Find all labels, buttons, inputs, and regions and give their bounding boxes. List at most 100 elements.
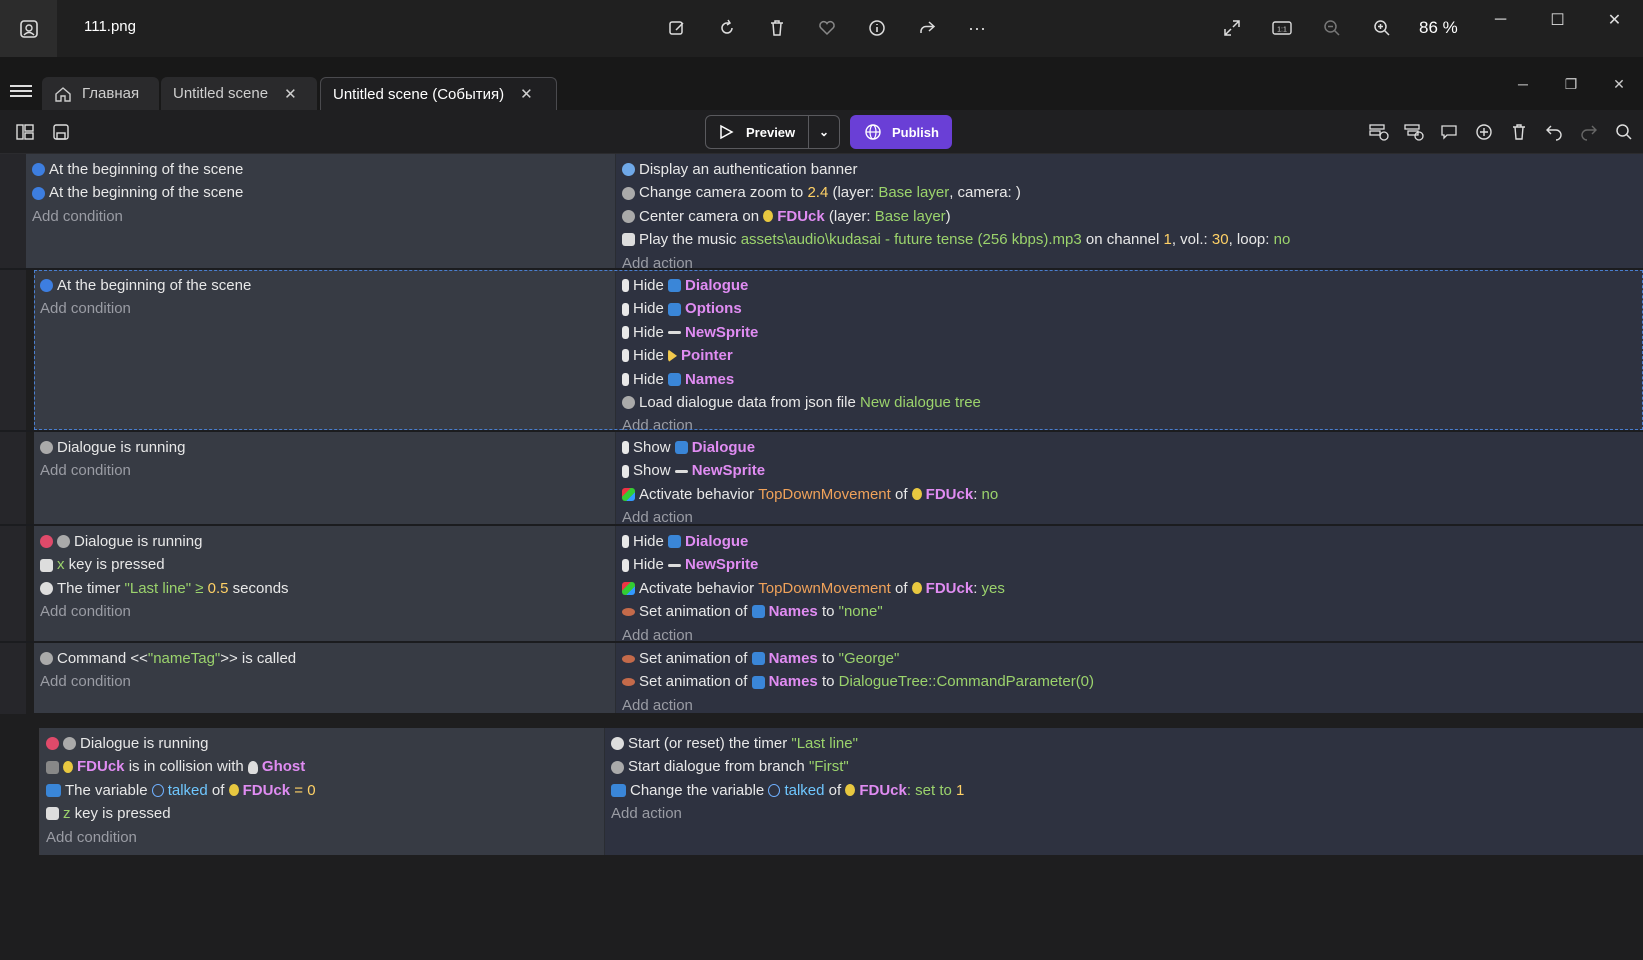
chevron-down-icon[interactable]: ⌄ [809, 125, 839, 139]
action-line[interactable]: Set animation of Names to DialogueTree::… [622, 670, 1637, 693]
add-condition-link[interactable]: Add condition [46, 826, 598, 849]
action-line[interactable]: Show NewSprite [622, 459, 1637, 482]
action-text[interactable]: Display an authentication banner [639, 158, 857, 181]
names-sprite-icon [668, 372, 682, 386]
add-event-icon[interactable] [1368, 121, 1390, 143]
actual-size-icon[interactable]: 1:1 [1265, 11, 1299, 45]
action-line[interactable]: Change the variable talked of FDUck: set… [611, 779, 1637, 802]
action-line[interactable]: Hide Dialogue [622, 274, 1637, 297]
condition-line[interactable]: Dialogue is running [46, 732, 598, 755]
close-icon[interactable]: ✕ [520, 85, 533, 103]
panels-icon[interactable] [14, 121, 36, 143]
fullscreen-icon[interactable] [1215, 11, 1249, 45]
pointer-icon [668, 349, 678, 363]
add-condition-link[interactable]: Add condition [40, 297, 609, 320]
object-name: FDUck [242, 781, 291, 799]
delete-icon[interactable] [760, 11, 794, 45]
add-more-icon[interactable] [1473, 121, 1495, 143]
event-row[interactable]: Dialogue is running FDUck is in collisio… [40, 728, 1643, 855]
event-row[interactable]: At the beginning of the scene At the beg… [26, 154, 1643, 272]
preview-button[interactable]: Preview ⌄ [705, 115, 840, 149]
close-icon[interactable]: ✕ [1595, 73, 1643, 95]
condition-line[interactable]: The timer "Last line" ≥ 0.5 seconds [40, 577, 609, 600]
visibility-icon [622, 372, 629, 386]
camera-icon [622, 186, 635, 200]
object-name: FDUck [777, 207, 825, 225]
event-row[interactable]: Command << "nameTag" >> is called Add cond… [34, 643, 1643, 714]
event-row[interactable]: Dialogue is running Add condition Show D… [34, 432, 1643, 526]
condition-text[interactable]: At the beginning of the scene [49, 158, 243, 181]
action-line[interactable]: Set animation of Names to "George" [622, 647, 1637, 670]
close-icon[interactable]: ✕ [1586, 0, 1643, 40]
redo-icon[interactable] [1578, 121, 1600, 143]
condition-line[interactable]: Command << "nameTag" >> is called [40, 647, 609, 670]
action-line[interactable]: Hide Pointer [622, 344, 1637, 367]
minimize-icon[interactable]: ─ [1472, 0, 1529, 40]
action-line[interactable]: Load dialogue data from json file New di… [622, 391, 1637, 414]
action-line[interactable]: Hide NewSprite [622, 321, 1637, 344]
action-line[interactable]: Play the music assets\audio\kudasai - fu… [622, 228, 1637, 251]
rotate-icon[interactable] [710, 11, 744, 45]
condition-line[interactable]: FDUck is in collision with Ghost [46, 755, 598, 778]
save-icon[interactable] [50, 121, 72, 143]
minimize-icon[interactable]: ─ [1499, 73, 1547, 95]
condition-line[interactable]: The variable talked of FDUck = 0 [46, 779, 598, 802]
add-condition-link[interactable]: Add condition [40, 670, 609, 693]
add-condition-link[interactable]: Add condition [32, 205, 609, 228]
names-sprite-icon [751, 652, 765, 666]
tab-scene-events[interactable]: Untitled scene (События) ✕ [320, 77, 557, 110]
restore-icon[interactable]: ❐ [1547, 73, 1595, 95]
edit-icon[interactable] [660, 11, 694, 45]
action-line[interactable]: Start dialogue from branch "First" [611, 755, 1637, 778]
action-line[interactable]: Center camera on FDUck (layer: Base laye… [622, 205, 1637, 228]
search-icon[interactable] [1613, 121, 1635, 143]
action-line[interactable]: Hide Dialogue [622, 530, 1637, 553]
action-text: Hide [633, 533, 664, 550]
add-comment-icon[interactable] [1438, 121, 1460, 143]
more-icon[interactable]: ··· [960, 11, 994, 45]
tab-scene[interactable]: Untitled scene ✕ [161, 77, 317, 110]
condition-text: Dialogue is running [74, 533, 203, 550]
action-line[interactable]: Change camera zoom to 2.4 (layer: Base l… [622, 181, 1637, 204]
zoom-in-icon[interactable] [1365, 11, 1399, 45]
tab-home[interactable]: Главная [42, 77, 159, 110]
timer-icon [40, 581, 53, 595]
action-line[interactable]: Start (or reset) the timer "Last line" [611, 732, 1637, 755]
delete-icon[interactable] [1508, 121, 1530, 143]
add-subevent-icon[interactable] [1403, 121, 1425, 143]
menu-icon[interactable] [10, 82, 32, 100]
info-icon[interactable] [860, 11, 894, 45]
key-name: x [57, 556, 65, 574]
action-line[interactable]: Hide NewSprite [622, 553, 1637, 576]
add-action-link[interactable]: Add action [611, 802, 1637, 825]
condition-text[interactable]: At the beginning of the scene [49, 181, 243, 204]
action-line[interactable]: Activate behavior TopDownMovement of FDU… [622, 483, 1637, 506]
condition-line[interactable]: Dialogue is running [40, 530, 609, 553]
action-line[interactable]: Show Dialogue [622, 436, 1637, 459]
condition-line[interactable]: z key is pressed [46, 802, 598, 825]
zoom-out-icon[interactable] [1315, 11, 1349, 45]
share-icon[interactable] [910, 11, 944, 45]
object-name: Pointer [681, 347, 733, 365]
event-row[interactable]: Dialogue is running x key is pressed The… [34, 526, 1643, 644]
publish-button[interactable]: Publish [850, 115, 952, 149]
action-line[interactable]: Hide Names [622, 368, 1637, 391]
object-name: Dialogue [685, 277, 749, 294]
condition-line[interactable]: x key is pressed [40, 553, 609, 576]
action-line[interactable]: Hide Options [622, 297, 1637, 320]
add-condition-link[interactable]: Add condition [40, 600, 609, 623]
add-condition-link[interactable]: Add condition [40, 459, 609, 482]
maximize-icon[interactable]: ☐ [1529, 0, 1586, 40]
favorite-icon[interactable] [810, 11, 844, 45]
condition-text[interactable]: Dialogue is running [57, 436, 185, 459]
condition-text[interactable]: At the beginning of the scene [57, 274, 251, 297]
undo-icon[interactable] [1543, 121, 1565, 143]
action-line[interactable]: Activate behavior TopDownMovement of FDU… [622, 577, 1637, 600]
close-icon[interactable]: ✕ [284, 85, 297, 103]
operator: ≥ [195, 579, 204, 597]
event-row[interactable]: At the beginning of the scene Add condit… [34, 270, 1643, 434]
dialogue-tree-icon [63, 737, 76, 751]
action-line[interactable]: Set animation of Names to "none" [622, 600, 1637, 623]
animation-icon [622, 607, 635, 616]
keyboard-icon [46, 807, 59, 821]
